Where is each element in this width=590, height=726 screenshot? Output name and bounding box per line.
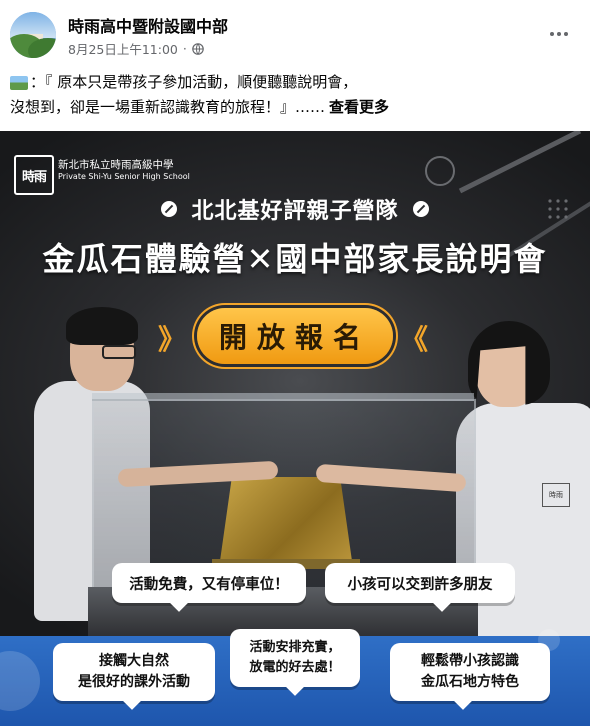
globe-icon[interactable]: [192, 42, 204, 55]
more-horizontal-icon: [557, 32, 561, 36]
gold-brick: [220, 477, 352, 561]
school-name-english: Private Shi-Yu Senior High School: [58, 172, 190, 181]
uniform-badge: 時雨: [542, 483, 570, 507]
bubble-text: 活動免費，又有停車位！: [129, 576, 289, 593]
speech-bubble: 輕鬆帶小孩認識 金瓜石地方特色: [390, 643, 550, 701]
school-name-chinese: 新北市私立時雨高級中學: [58, 159, 174, 171]
caption-line: ：『 原本只是帶孩子參加活動，順便聽聽說明會，: [10, 70, 580, 95]
meta-separator: ·: [182, 41, 187, 56]
post-timestamp[interactable]: 8月25日上午11:00: [68, 39, 178, 58]
see-more-link[interactable]: 查看更多: [329, 95, 389, 120]
school-logo: 時雨: [14, 155, 54, 195]
more-horizontal-icon: [549, 32, 554, 36]
no-entry-icon: [161, 201, 178, 217]
more-options-button[interactable]: [542, 20, 576, 48]
post-header: 時雨高中暨附設國中部 8月25日上午11:00 ·: [0, 0, 590, 70]
post-caption: ：『 原本只是帶孩子參加活動，順便聽聽說明會， 沒想到，卻是一場重新認識教育的旅…: [10, 70, 580, 120]
caption-text: ：『 原本只是帶孩子參加活動，順便聽聽說明會，: [30, 73, 358, 91]
chevron-right-double-icon: 》: [158, 323, 186, 356]
post-image[interactable]: 時雨 新北市私立時雨高級中學 Private Shi-Yu Senior Hig…: [0, 131, 590, 726]
bubble-text: 活動安排充實，: [249, 640, 341, 655]
glasses-icon: [102, 345, 136, 359]
no-entry-icon: [412, 201, 429, 217]
student-boy-hair: [66, 307, 138, 345]
bubble-text: 輕鬆帶小孩認識: [421, 653, 519, 669]
speech-bubble: 活動免費，又有停車位！: [112, 563, 306, 603]
subtitle-text: 北北基好評親子營隊: [191, 199, 399, 224]
poster-subtitle: 北北基好評親子營隊: [0, 193, 590, 225]
caption-text: 沒想到，卻是一場重新認識教育的旅程！』……: [10, 98, 326, 116]
page-avatar[interactable]: [10, 12, 56, 58]
bubble-text: 是很好的課外活動: [78, 674, 190, 690]
speech-bubble: 小孩可以交到許多朋友: [325, 563, 515, 603]
bubble-text: 金瓜石地方特色: [421, 674, 519, 690]
page-name-link[interactable]: 時雨高中暨附設國中部: [68, 13, 228, 37]
post-meta: 8月25日上午11:00 ·: [68, 39, 204, 58]
chevron-left-double-icon: 《: [400, 323, 428, 356]
bubble-text: 放電的好去處！: [249, 660, 341, 675]
speech-bubble: 活動安排充實， 放電的好去處！: [230, 629, 360, 687]
bubble-text: 接觸大自然: [99, 653, 169, 669]
bubble-text: 小孩可以交到許多朋友: [347, 576, 493, 593]
more-horizontal-icon: [564, 32, 569, 36]
registration-open-badge: 開放報名: [197, 308, 393, 364]
caption-line: 沒想到，卻是一場重新認識教育的旅程！』…… 查看更多: [10, 95, 580, 120]
speech-bubble: 接觸大自然 是很好的課外活動: [53, 643, 215, 701]
poster-headline: 金瓜石體驗營✕國中部家長說明會: [42, 240, 548, 278]
national-park-emoji-icon: [10, 75, 28, 90]
decorative-stripes: [425, 131, 590, 263]
